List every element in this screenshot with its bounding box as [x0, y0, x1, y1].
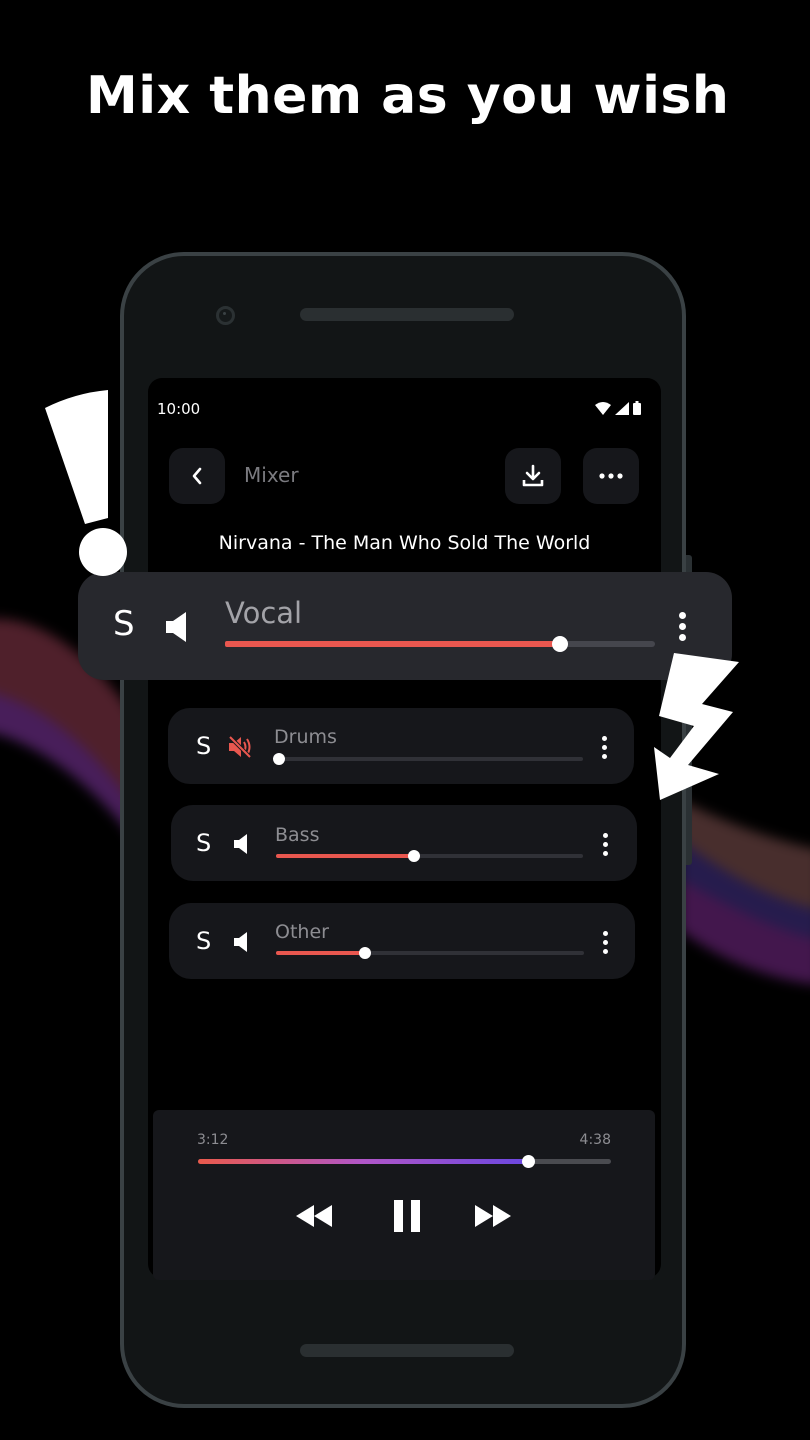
- track-name: Bass: [275, 824, 320, 846]
- track-name: Drums: [274, 726, 337, 748]
- track-menu-button[interactable]: [603, 931, 608, 954]
- volume-slider[interactable]: [225, 636, 655, 652]
- exclamation-doodle-icon: [45, 390, 127, 576]
- volume-fill: [225, 641, 561, 647]
- back-button[interactable]: [169, 448, 225, 504]
- more-vertical-icon: [603, 833, 608, 838]
- phone-speaker: [300, 308, 514, 321]
- playback-progress-handle[interactable]: [522, 1155, 536, 1168]
- track-menu-button[interactable]: [603, 833, 608, 856]
- rewind-icon[interactable]: [296, 1205, 332, 1227]
- speaker-muted-icon[interactable]: [228, 735, 252, 759]
- volume-slider-handle[interactable]: [359, 947, 372, 959]
- volume-slider-handle[interactable]: [408, 850, 421, 862]
- download-button[interactable]: [505, 448, 561, 504]
- camera-icon: [216, 306, 235, 325]
- download-icon: [522, 464, 544, 487]
- playback-progress-fill: [198, 1159, 529, 1164]
- pause-icon[interactable]: [394, 1200, 420, 1232]
- solo-button[interactable]: S: [196, 732, 211, 760]
- track-card-other: S Other: [169, 903, 635, 979]
- volume-fill: [276, 854, 415, 858]
- phone-bottom-bar: [300, 1344, 514, 1357]
- status-time: 10:00: [157, 400, 201, 418]
- fast-forward-icon[interactable]: [475, 1205, 511, 1227]
- solo-button[interactable]: S: [113, 604, 135, 644]
- speaker-icon[interactable]: [234, 834, 248, 854]
- track-menu-button[interactable]: [602, 736, 607, 759]
- chevron-left-icon: [192, 467, 202, 485]
- more-horizontal-icon: [599, 473, 623, 479]
- volume-slider-handle[interactable]: [552, 636, 569, 652]
- playback-panel: 3:12 4:38: [153, 1110, 655, 1280]
- speaker-icon[interactable]: [166, 612, 188, 642]
- track-menu-button[interactable]: [679, 612, 686, 641]
- track-card-bass: S Bass: [171, 805, 637, 881]
- track-card-drums: S Drums: [168, 708, 634, 784]
- track-card-vocal: S Vocal: [78, 572, 732, 680]
- volume-slider[interactable]: [276, 947, 584, 959]
- track-name: Vocal: [225, 596, 303, 630]
- track-name: Other: [275, 921, 329, 943]
- solo-button[interactable]: S: [196, 927, 211, 955]
- volume-slider[interactable]: [276, 850, 583, 862]
- status-icons: [595, 401, 641, 415]
- volume-slider-handle[interactable]: [273, 753, 285, 765]
- signal-icon: [615, 401, 629, 415]
- more-vertical-icon: [602, 736, 607, 741]
- page-title: Mixer: [244, 463, 299, 487]
- battery-icon: [633, 401, 641, 415]
- song-title: Nirvana - The Man Who Sold The World: [218, 532, 591, 554]
- more-vertical-icon: [679, 612, 686, 619]
- lightning-arrow-doodle-icon: [654, 653, 739, 800]
- total-duration: 4:38: [579, 1132, 611, 1148]
- more-options-button[interactable]: [583, 448, 639, 504]
- more-vertical-icon: [603, 931, 608, 936]
- playback-progress-slider[interactable]: [198, 1155, 611, 1168]
- volume-slider[interactable]: [273, 753, 583, 765]
- solo-button[interactable]: S: [196, 829, 211, 857]
- volume-fill: [276, 951, 366, 955]
- promo-headline: Mix them as you wish: [86, 66, 730, 126]
- wifi-icon: [595, 401, 611, 415]
- elapsed-time: 3:12: [197, 1132, 229, 1148]
- decorative-wave-right: [680, 800, 810, 984]
- speaker-icon[interactable]: [234, 932, 248, 952]
